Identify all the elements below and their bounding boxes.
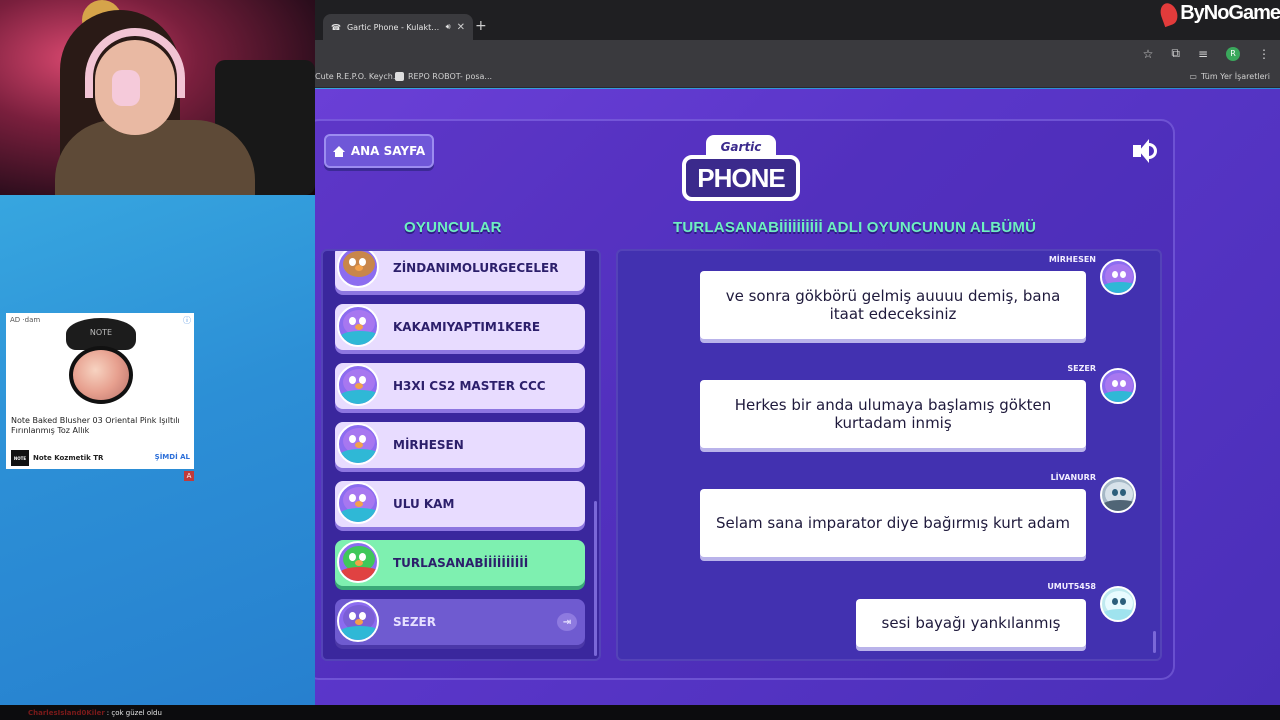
author-avatar — [1100, 477, 1136, 513]
album-author: LİVANURR — [1050, 473, 1096, 482]
advertisement[interactable]: AD ·dam ⓘ NOTE Note Baked Blusher 03 Ori… — [6, 313, 194, 469]
player-item[interactable]: ULU KAM — [335, 481, 585, 527]
brand-logo: NOTE — [11, 450, 29, 466]
stream-chat-bar: CharlesIsland0Kiler : çok güzel oldu — [0, 705, 1280, 720]
player-item[interactable]: SEZER ⇥ — [335, 599, 585, 645]
audio-icon[interactable]: 🔊︎ — [446, 22, 451, 32]
player-item-active[interactable]: TURLASANABİİİİİİİİİİ — [335, 540, 585, 586]
gartic-phone-logo: Gartic PHONE — [682, 135, 802, 205]
album-message: Selam sana imparator diye bağırmış kurt … — [700, 489, 1086, 557]
album-author: MİRHESEN — [1048, 255, 1096, 264]
album-panel[interactable]: MİRHESEN ve sonra gökbörü gelmiş auuuu d… — [616, 249, 1162, 661]
blush-compact-image: NOTE — [61, 318, 141, 408]
author-avatar — [1100, 586, 1136, 622]
ad-info-icon[interactable]: ⓘ — [183, 315, 191, 326]
bynogame-watermark: ByNoGame — [1157, 0, 1280, 27]
ad-choices-badge[interactable]: A — [184, 471, 194, 481]
album-author: UMUT5458 — [1047, 582, 1096, 591]
ad-brand: NOTE Note Kozmetik TR — [11, 450, 103, 466]
bynogame-logo-icon — [1157, 0, 1181, 27]
browser-tab[interactable]: ☎ Gartic Phone - Kulaktan Kul... 🔊︎ ✕ — [323, 14, 473, 40]
album-author: SEZER — [1067, 364, 1096, 373]
player-avatar — [337, 600, 379, 642]
shop-now-link[interactable]: ŞİMDİ AL — [155, 453, 190, 461]
webcam-feed — [0, 0, 315, 195]
album-scrollbar[interactable] — [1153, 631, 1156, 653]
chat-username: CharlesIsland0Kiler — [28, 708, 105, 717]
sound-toggle-icon[interactable] — [1133, 139, 1161, 163]
album-message: Herkes bir anda ulumaya başlamış gökten … — [700, 380, 1086, 448]
headset-ear-cup — [112, 70, 140, 106]
player-avatar — [337, 423, 379, 465]
close-tab-icon[interactable]: ✕ — [457, 22, 465, 33]
profile-avatar[interactable]: R — [1226, 46, 1240, 61]
player-item[interactable]: H3XI CS2 MASTER CCC — [335, 363, 585, 409]
new-tab-icon[interactable]: + — [475, 18, 487, 34]
player-avatar — [337, 305, 379, 347]
player-avatar — [337, 251, 379, 288]
home-icon — [332, 145, 345, 157]
player-item[interactable]: MİRHESEN — [335, 422, 585, 468]
menu-kebab-icon[interactable]: ⋮ — [1258, 47, 1270, 61]
phone-tab-icon: ☎ — [331, 22, 341, 32]
streamer-sweater — [55, 120, 255, 195]
tab-title: Gartic Phone - Kulaktan Kul... — [346, 22, 440, 32]
home-button[interactable]: ANA SAYFA — [324, 134, 434, 168]
bookmark-favicon-icon — [395, 72, 404, 81]
bookmark-item[interactable]: Cute R.E.P.O. Keych... — [315, 72, 400, 81]
ad-title[interactable]: Note Baked Blusher 03 Oriental Pink Işıl… — [11, 416, 189, 436]
extensions-icon[interactable]: ⧉ — [1171, 46, 1180, 61]
browser-toolbar: ☆ ⧉ ≡ R ⋮ — [315, 40, 1280, 68]
player-avatar — [337, 364, 379, 406]
author-avatar — [1100, 259, 1136, 295]
player-item[interactable]: ZİNDANIMOLURGECELER — [335, 251, 585, 291]
players-list[interactable]: ZİNDANIMOLURGECELER KAKAMIYAPTIM1KERE H3… — [321, 249, 601, 661]
player-item[interactable]: KAKAMIYAPTIM1KERE — [335, 304, 585, 350]
players-title: OYUNCULAR — [404, 219, 502, 236]
chat-message: : çok güzel oldu — [106, 708, 162, 717]
album-message: ve sonra gökbörü gelmiş auuuu demiş, ban… — [700, 271, 1086, 339]
all-bookmarks[interactable]: ▭ Tüm Yer İşaretleri — [1189, 72, 1270, 81]
exit-icon[interactable]: ⇥ — [557, 613, 577, 631]
gartic-phone-game: ANA SAYFA Gartic PHONE OYUNCULAR TURLASA… — [315, 89, 1280, 705]
bookmark-star-icon[interactable]: ☆ — [1143, 47, 1154, 61]
ad-label: AD ·dam — [10, 316, 41, 324]
bookmarks-bar: Cute R.E.P.O. Keych... REPO ROBOT- posa.… — [315, 68, 1280, 88]
folder-icon: ▭ — [1189, 72, 1197, 81]
player-avatar — [337, 541, 379, 583]
author-avatar — [1100, 368, 1136, 404]
players-scrollbar[interactable] — [594, 501, 597, 656]
bookmark-item[interactable]: REPO ROBOT- posa... — [395, 72, 492, 81]
album-title: TURLASANABİİİİİİİİİİ ADLI OYUNCUNUN ALBÜ… — [673, 219, 1037, 236]
media-icon[interactable]: ≡ — [1198, 47, 1208, 61]
player-avatar — [337, 482, 379, 524]
browser-tab-strip: ☎ Gartic Phone - Kulaktan Kul... 🔊︎ ✕ + — [315, 0, 1280, 40]
album-message: sesi bayağı yankılanmış — [856, 599, 1086, 647]
